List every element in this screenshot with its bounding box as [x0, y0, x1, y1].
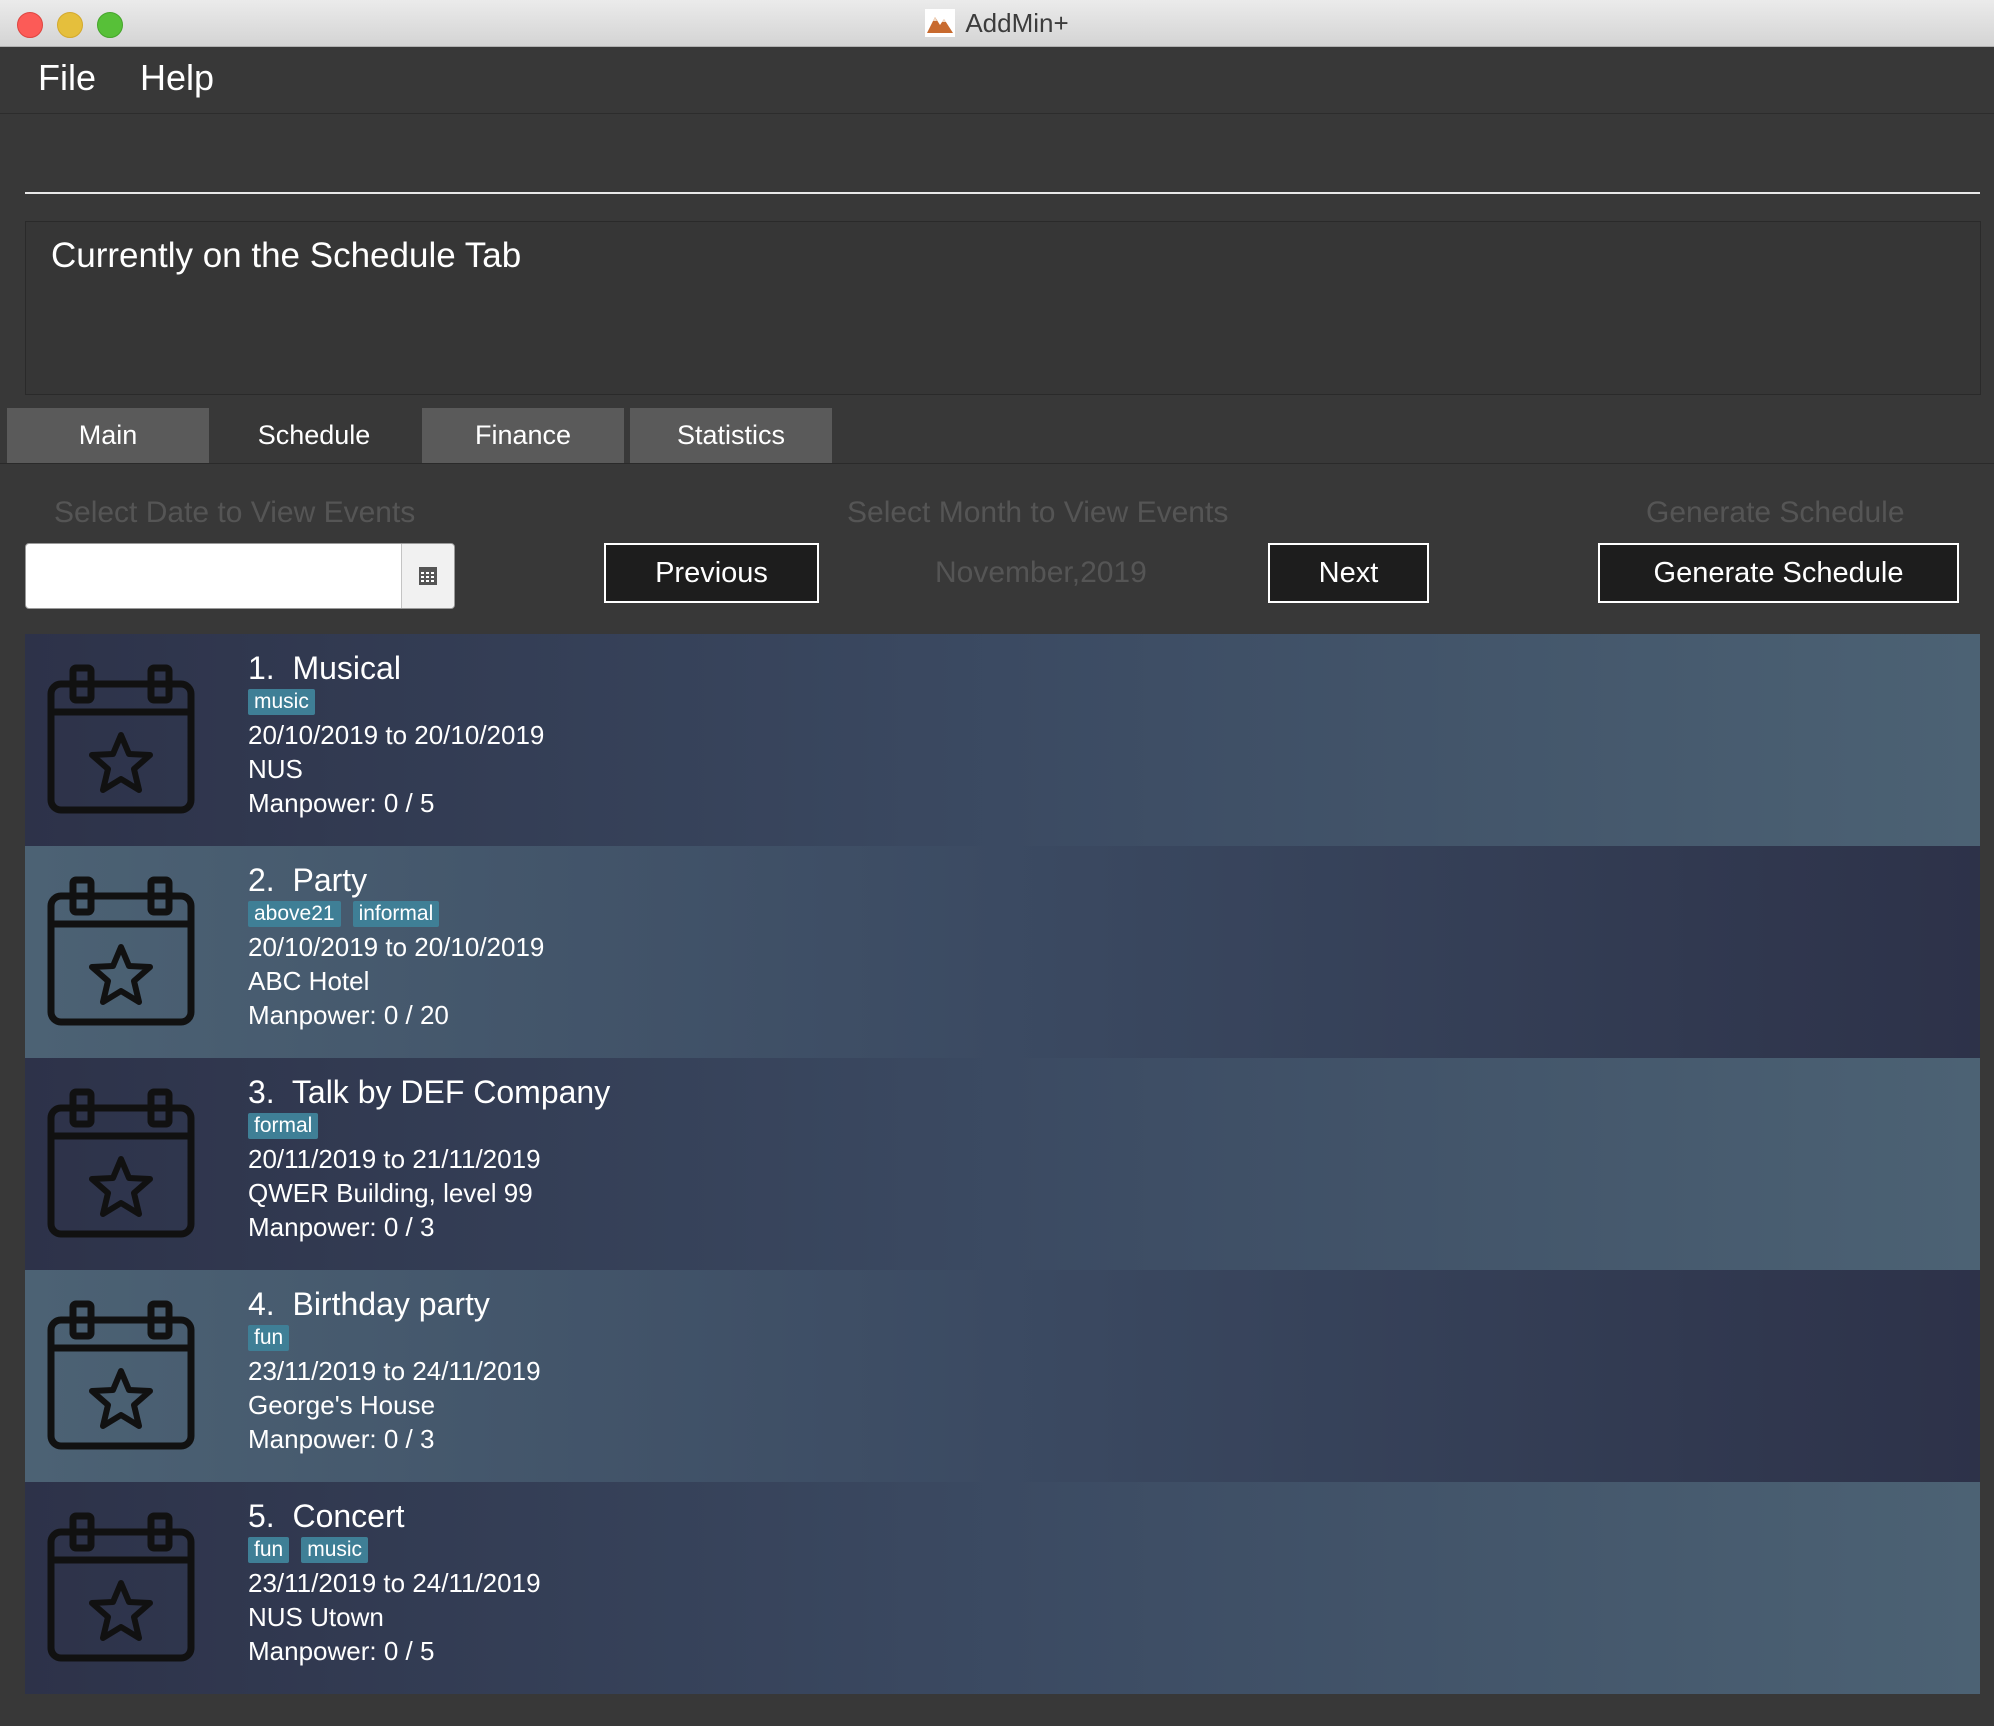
menu-bar: File Help: [0, 47, 1994, 114]
event-card-4[interactable]: 4. Birthday party fun 23/11/2019 to 24/1…: [25, 1270, 1980, 1482]
event-venue: QWER Building, level 99: [248, 1178, 533, 1208]
event-dates: 23/11/2019 to 24/11/2019: [248, 1568, 541, 1598]
month-selector-label: Select Month to View Events: [847, 496, 1229, 529]
event-title: 5. Concert: [248, 1498, 405, 1535]
event-manpower: Manpower: 0 / 3: [248, 1424, 435, 1454]
event-name: Birthday party: [292, 1286, 490, 1322]
menu-help[interactable]: Help: [140, 57, 214, 99]
date-picker-label: Select Date to View Events: [54, 496, 416, 529]
event-manpower: Manpower: 0 / 5: [248, 1636, 435, 1666]
tab-finance[interactable]: Finance: [422, 408, 624, 463]
event-index: 1.: [248, 650, 275, 686]
event-card-1[interactable]: 1. Musical music 20/10/2019 to 20/10/201…: [25, 634, 1980, 846]
event-venue: George's House: [248, 1390, 436, 1420]
previous-month-button[interactable]: Previous: [604, 543, 819, 603]
event-tag: music: [248, 689, 315, 715]
app-window: AddMin+ File Help Currently on the Sched…: [0, 0, 1994, 1726]
event-tag: informal: [352, 901, 440, 927]
event-tag: above21: [248, 901, 341, 927]
event-venue: NUS: [248, 754, 303, 784]
generate-schedule-button[interactable]: Generate Schedule: [1598, 543, 1959, 603]
event-tags: fun music: [248, 1537, 369, 1563]
event-tags: music: [248, 689, 315, 715]
title-bar: AddMin+: [0, 0, 1994, 47]
window-title-group: AddMin+: [0, 0, 1994, 46]
event-dates: 20/10/2019 to 20/10/2019: [248, 720, 545, 750]
calendar-star-icon: [47, 876, 195, 1026]
event-venue: NUS Utown: [248, 1602, 384, 1632]
event-tags: fun: [248, 1325, 290, 1351]
event-venue: ABC Hotel: [248, 966, 370, 996]
event-name: Talk by DEF Company: [291, 1074, 611, 1110]
result-display: Currently on the Schedule Tab: [25, 221, 1981, 395]
mountain-logo-icon: [925, 9, 956, 37]
event-tag: fun: [248, 1537, 290, 1563]
event-name: Party: [292, 862, 368, 898]
menu-file[interactable]: File: [38, 57, 96, 99]
schedule-controls: Select Date to View Events Select Month …: [0, 464, 1994, 634]
next-month-button[interactable]: Next: [1268, 543, 1429, 603]
calendar-icon: [419, 567, 437, 585]
calendar-star-icon: [47, 664, 195, 814]
event-tag: fun: [248, 1325, 290, 1351]
event-name: Concert: [292, 1498, 405, 1534]
event-index: 4.: [248, 1286, 275, 1322]
calendar-star-icon: [47, 1512, 195, 1662]
event-index: 5.: [248, 1498, 275, 1534]
date-picker-input[interactable]: [25, 543, 455, 609]
tab-schedule[interactable]: Schedule: [213, 408, 415, 463]
window-title: AddMin+: [965, 7, 1069, 38]
event-list[interactable]: 1. Musical music 20/10/2019 to 20/10/201…: [25, 634, 1980, 1694]
event-tag: music: [301, 1537, 369, 1563]
event-card-2[interactable]: 2. Party above21 informal 20/10/2019 to 2…: [25, 846, 1980, 1058]
event-title: 2. Party: [248, 862, 367, 899]
current-month-label: November,2019: [935, 556, 1147, 589]
event-card-5[interactable]: 5. Concert fun music 23/11/2019 to 24/11/…: [25, 1482, 1980, 1694]
tab-main[interactable]: Main: [7, 408, 209, 463]
tab-statistics[interactable]: Statistics: [630, 408, 832, 463]
event-dates: 20/11/2019 to 21/11/2019: [248, 1144, 541, 1174]
tab-bar: Main Schedule Finance Statistics: [0, 405, 1994, 464]
calendar-star-icon: [47, 1088, 195, 1238]
event-index: 3.: [248, 1074, 275, 1110]
event-title: 3. Talk by DEF Company: [248, 1074, 610, 1111]
event-tags: formal: [248, 1113, 319, 1139]
result-message: Currently on the Schedule Tab: [51, 236, 522, 275]
event-dates: 20/10/2019 to 20/10/2019: [248, 932, 545, 962]
command-input[interactable]: [0, 114, 1994, 206]
event-tags: above21 informal: [248, 901, 440, 927]
date-picker-button[interactable]: [401, 544, 454, 608]
event-manpower: Manpower: 0 / 5: [248, 788, 435, 818]
event-index: 2.: [248, 862, 275, 898]
event-card-3[interactable]: 3. Talk by DEF Company formal 20/11/2019…: [25, 1058, 1980, 1270]
calendar-star-icon: [47, 1300, 195, 1450]
command-underline: [25, 192, 1980, 194]
event-dates: 23/11/2019 to 24/11/2019: [248, 1356, 541, 1386]
event-title: 1. Musical: [248, 650, 401, 687]
event-manpower: Manpower: 0 / 3: [248, 1212, 435, 1242]
event-name: Musical: [292, 650, 401, 686]
event-manpower: Manpower: 0 / 20: [248, 1000, 449, 1030]
event-title: 4. Birthday party: [248, 1286, 490, 1323]
generate-schedule-label: Generate Schedule: [1646, 496, 1905, 529]
event-tag: formal: [248, 1113, 319, 1139]
